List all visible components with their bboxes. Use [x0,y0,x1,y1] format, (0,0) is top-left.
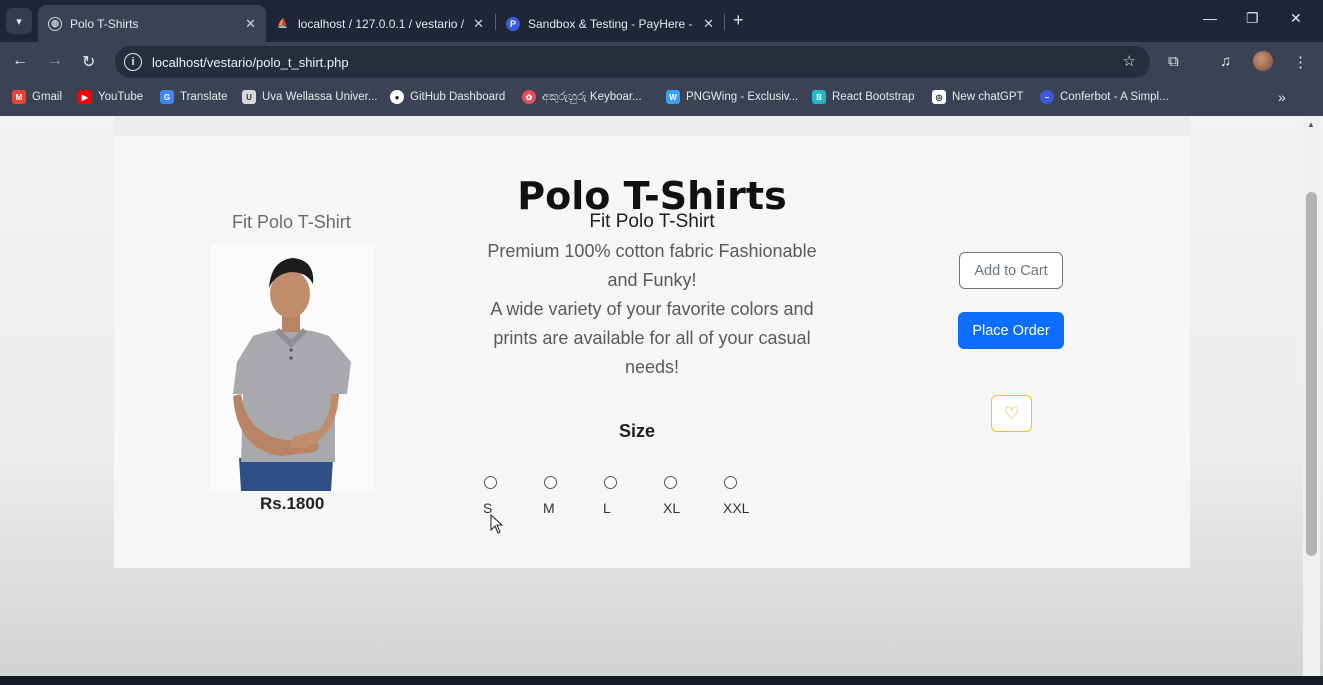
tab-payhere[interactable]: P Sandbox & Testing - PayHere - ✕ [496,5,724,42]
product-price: Rs.1800 [260,494,325,513]
description-line-1: Premium 100% cotton fabric Fashionable a… [487,241,817,290]
taskbar-edge [0,676,1323,685]
bookmark-translate[interactable]: G Translate [160,90,228,104]
bookmark-chatgpt[interactable]: ◎ New chatGPT [932,90,1024,104]
address-bar[interactable]: i localhost/vestario/polo_t_shirt.php ☆ [115,46,1150,78]
tab-title: Sandbox & Testing - PayHere - [528,16,693,31]
size-label-xl: XL [663,500,681,516]
size-label-m: M [543,500,555,516]
tab-title: Polo T-Shirts [70,16,139,31]
react-icon: B [812,90,826,104]
scroll-up-icon[interactable]: ▲ [1307,120,1315,129]
pngwing-icon: W [666,90,680,104]
place-order-button[interactable]: Place Order [958,312,1064,349]
minimize-icon[interactable]: — [1203,10,1217,26]
youtube-icon: ▶ [78,90,92,104]
gmail-icon: M [12,90,26,104]
tab-title: localhost / 127.0.0.1 / vestario / [298,16,465,31]
bookmark-github[interactable]: ● GitHub Dashboard [390,90,505,104]
description-line-2: A wide variety of your favorite colors a… [490,299,814,377]
tab-search-button[interactable]: ▾ [6,8,32,34]
heart-icon: ♡ [1003,403,1020,423]
product-name: Fit Polo T-Shirt [232,212,351,232]
tab-bar: ▾ ◍ Polo T-Shirts ✕ ⛵ localhost / 127.0.… [0,0,1323,42]
close-window-icon[interactable]: ✕ [1290,10,1302,27]
size-radio-xxl[interactable] [724,476,737,489]
product-description: Premium 100% cotton fabric Fashionable a… [476,237,828,382]
product-card: Polo T-Shirts Fit Polo T-Shirt Rs.1800 F… [114,136,1190,568]
conferbot-icon: – [1040,90,1054,104]
product-image [211,244,374,491]
bookmarks-bar: M Gmail ▶ YouTube G Translate U Uva Well… [0,82,1323,116]
size-label-l: L [603,500,611,516]
header-edge [114,116,1190,136]
close-icon[interactable]: ✕ [245,16,256,32]
bookmark-react-bootstrap[interactable]: B React Bootstrap [812,90,914,104]
page-viewport: Polo T-Shirts Fit Polo T-Shirt Rs.1800 F… [0,116,1323,685]
tab-polo-tshirts[interactable]: ◍ Polo T-Shirts ✕ [38,5,266,42]
back-icon[interactable]: ← [12,52,28,70]
extensions-icon[interactable]: ⧉ [1168,53,1179,70]
bookmark-star-icon[interactable]: ☆ [1123,52,1136,70]
close-icon[interactable]: ✕ [473,16,484,32]
menu-icon[interactable]: ⋮ [1293,53,1308,71]
restore-icon[interactable]: ❐ [1246,10,1259,27]
bookmark-uva-wellassa[interactable]: U Uva Wellassa Univer... [242,90,377,104]
close-icon[interactable]: ✕ [703,16,714,32]
media-controls-icon[interactable]: ♫ [1220,53,1231,70]
avatar[interactable] [1253,51,1273,71]
bookmark-keyboard[interactable]: ✿ අකුරුහුරු Keyboar... [522,90,642,104]
chatgpt-icon: ◎ [932,90,946,104]
reload-icon[interactable]: ↻ [82,52,95,72]
tab-divider [724,14,725,30]
bookmark-gmail[interactable]: M Gmail [12,90,62,104]
bookmarks-overflow-icon[interactable]: » [1278,89,1286,105]
bookmark-youtube[interactable]: ▶ YouTube [78,90,143,104]
github-icon: ● [390,90,404,104]
add-to-cart-button[interactable]: Add to Cart [959,252,1063,289]
keyboard-icon: ✿ [522,90,536,104]
mouse-cursor-icon [490,514,504,534]
globe-icon: ◍ [48,16,62,31]
forward-icon[interactable]: → [47,52,63,70]
size-radio-m[interactable] [544,476,557,489]
size-radio-s[interactable] [484,476,497,489]
scrollbar[interactable]: ▲ [1303,116,1320,685]
url-text[interactable]: localhost/vestario/polo_t_shirt.php [152,55,349,70]
size-radio-xl[interactable] [664,476,677,489]
polo-shirt-model-image [233,258,351,491]
university-icon: U [242,90,256,104]
tab-phpmyadmin[interactable]: ⛵ localhost / 127.0.0.1 / vestario / ✕ [266,5,494,42]
description-title: Fit Polo T-Shirt [589,211,715,232]
scrollbar-thumb[interactable] [1306,192,1317,556]
phpmyadmin-icon: ⛵ [277,18,289,28]
size-heading: Size [619,421,656,441]
size-radio-l[interactable] [604,476,617,489]
size-label-xxl: XXL [723,500,750,516]
bookmark-pngwing[interactable]: W PNGWing - Exclusiv... [666,90,798,104]
translate-icon: G [160,90,174,104]
bookmark-conferbot[interactable]: – Conferbot - A Simpl... [1040,90,1169,104]
payhere-icon: P [506,16,520,31]
browser-toolbar: ← → ↻ i localhost/vestario/polo_t_shirt.… [0,42,1323,82]
new-tab-button[interactable]: + [733,10,744,31]
wishlist-button[interactable]: ♡ [991,395,1032,432]
site-info-icon[interactable]: i [124,53,142,71]
